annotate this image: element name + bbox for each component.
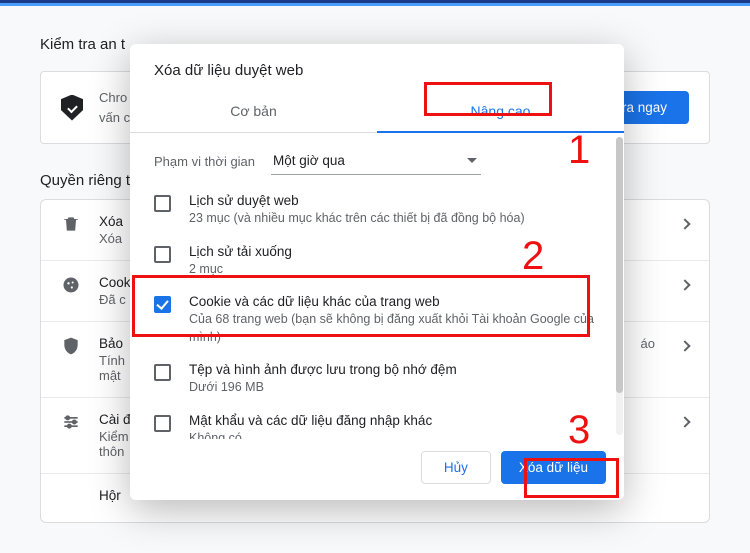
shield-check-icon [61, 95, 83, 121]
option-cached[interactable]: Tệp và hình ảnh được lưu trong bộ nhớ đệ… [130, 354, 618, 405]
banner-text: Chrovấn c [99, 88, 130, 127]
time-range-select[interactable]: Một giờ qua [271, 147, 481, 175]
checkbox[interactable] [154, 195, 171, 212]
time-range-label: Phạm vi thời gian [154, 154, 255, 169]
checkbox[interactable] [154, 364, 171, 381]
cookie-icon [61, 275, 81, 295]
tab-advanced[interactable]: Nâng cao [377, 93, 624, 133]
clear-data-button[interactable]: Xóa dữ liệu [501, 451, 606, 484]
chevron-right-icon [679, 279, 690, 290]
chevron-right-icon [679, 340, 690, 351]
tab-basic[interactable]: Cơ bản [130, 93, 377, 133]
checkbox-checked[interactable] [154, 296, 171, 313]
option-download-history[interactable]: Lịch sử tải xuống2 mục [130, 236, 618, 287]
clear-data-dialog: Xóa dữ liệu duyệt web Cơ bản Nâng cao Ph… [130, 44, 624, 500]
checkbox[interactable] [154, 415, 171, 432]
dialog-footer: Hủy Xóa dữ liệu [130, 439, 624, 500]
shield-icon [61, 336, 81, 356]
chevron-right-icon [679, 218, 690, 229]
dialog-body: Phạm vi thời gian Một giờ qua Lịch sử du… [130, 133, 624, 439]
cancel-button[interactable]: Hủy [421, 451, 491, 484]
dialog-title: Xóa dữ liệu duyệt web [130, 44, 624, 93]
dialog-tabs: Cơ bản Nâng cao [130, 93, 624, 133]
sliders-icon [61, 412, 81, 432]
trash-icon [61, 214, 81, 234]
chevron-right-icon [679, 416, 690, 427]
scrollbar[interactable] [616, 137, 623, 435]
option-passwords[interactable]: Mật khẩu và các dữ liệu đăng nhập khácKh… [130, 405, 618, 440]
checkbox[interactable] [154, 246, 171, 263]
dropdown-triangle-icon [467, 158, 477, 163]
option-cookies[interactable]: Cookie và các dữ liệu khác của trang web… [130, 286, 618, 354]
scrollbar-thumb[interactable] [616, 137, 623, 393]
option-browsing-history[interactable]: Lịch sử duyệt web23 mục (và nhiều mục kh… [130, 185, 618, 236]
